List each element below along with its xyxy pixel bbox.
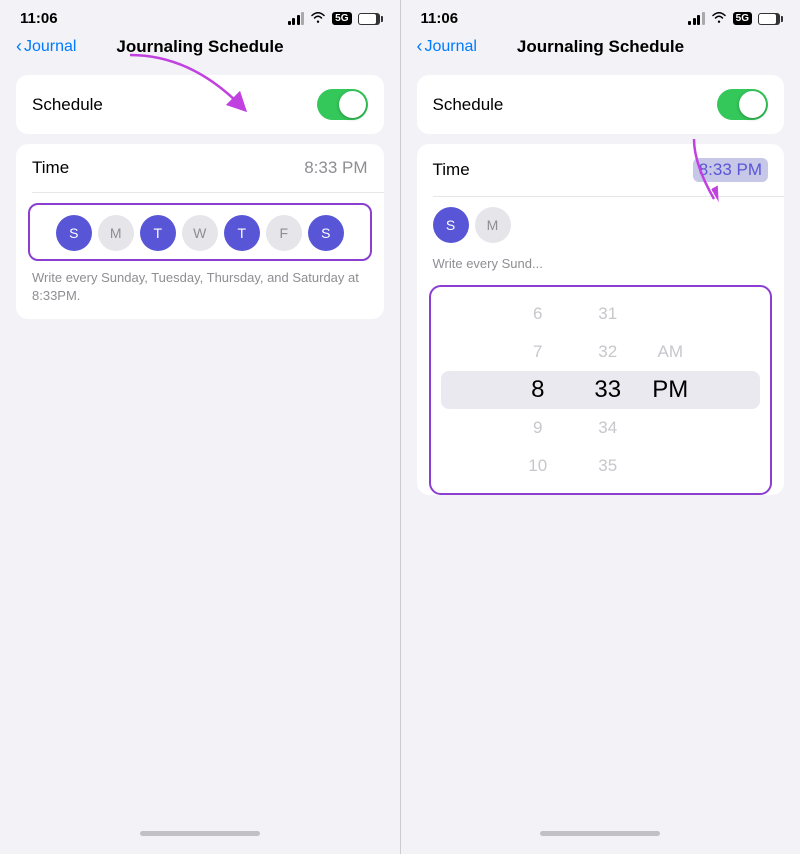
time-row-left: Time 8:33 PM [16,144,384,192]
nav-bar-right: ‹ Journal Journaling Schedule [401,32,800,65]
days-partial-right: S M [417,197,785,251]
picker-min-31[interactable]: 31 [573,295,643,333]
picker-min-34[interactable]: 34 [573,409,643,447]
picker-cols: 6 7 8 9 10 31 32 33 34 35 [431,291,771,489]
wifi-icon-right [711,11,727,26]
signal-icon-right [688,13,705,25]
toggle-knob-right [739,91,766,118]
bottom-bar-right [401,821,800,854]
picker-minutes-col[interactable]: 31 32 33 34 35 [573,295,643,485]
schedule-desc-left: Write every Sunday, Tuesday, Thursday, a… [16,269,384,319]
day-friday-left[interactable]: F [266,215,302,251]
picker-period-pm[interactable]: PM [643,371,698,409]
picker-period-am[interactable]: AM [643,333,698,371]
schedule-row-right: Schedule [417,75,785,134]
arrow-time-right [634,134,754,204]
back-label-right: Journal [425,38,477,56]
status-bar-right: 11:06 5G [401,0,800,32]
picker-hour-10[interactable]: 10 [503,447,573,485]
battery-icon-right [758,13,780,25]
schedule-toggle-left[interactable] [317,89,368,120]
status-icons-right: 5G [688,11,780,26]
day-monday-right[interactable]: M [475,207,511,243]
picker-min-33[interactable]: 33 [573,371,643,409]
schedule-toggle-right[interactable] [717,89,768,120]
time-picker-right[interactable]: 6 7 8 9 10 31 32 33 34 35 [429,285,773,495]
day-monday-left[interactable]: M [98,215,134,251]
arrow-toggle-left [110,45,270,125]
back-label-left: Journal [24,38,76,56]
time-label-right: Time [433,160,470,180]
left-panel: 11:06 5G ‹ [0,0,401,854]
picker-hours-col[interactable]: 6 7 8 9 10 [503,295,573,485]
time-left: 11:06 [20,10,58,27]
right-panel: 11:06 5G ‹ [401,0,800,854]
day-thursday-left[interactable]: T [224,215,260,251]
bottom-bar-left [0,821,400,854]
day-tuesday-left[interactable]: T [140,215,176,251]
days-section-left: S M T W T F S [28,203,372,261]
wifi-icon [310,11,326,26]
signal-icon [288,13,305,25]
schedule-card-right: Schedule [417,75,785,134]
days-row-left: S M T W T F S [38,215,362,251]
day-wednesday-left[interactable]: W [182,215,218,251]
back-button-right[interactable]: ‹ Journal [417,36,477,57]
page-title-right: Journaling Schedule [477,37,724,57]
home-indicator-left [140,831,260,836]
chevron-left-icon: ‹ [16,36,22,57]
toggle-knob-left [339,91,366,118]
picker-period-empty-bottom [643,409,698,447]
status-bar-left: 11:06 5G [0,0,400,32]
time-days-card-left: Time 8:33 PM S M T W T F S Write every S… [16,144,384,319]
schedule-label-right: Schedule [433,95,504,115]
time-value-left: 8:33 PM [304,158,367,178]
back-button-left[interactable]: ‹ Journal [16,36,76,57]
5g-icon: 5G [332,12,351,25]
day-sunday-left[interactable]: S [56,215,92,251]
home-indicator-right [540,831,660,836]
schedule-label-left: Schedule [32,95,103,115]
picker-hour-9[interactable]: 9 [503,409,573,447]
picker-min-35[interactable]: 35 [573,447,643,485]
time-label-left: Time [32,158,69,178]
picker-hour-8[interactable]: 8 [503,371,573,409]
picker-period-empty-top [643,295,698,333]
day-sunday-right[interactable]: S [433,207,469,243]
divider-left [32,192,384,193]
picker-hour-6[interactable]: 6 [503,295,573,333]
status-icons-left: 5G [288,11,380,26]
picker-hour-7[interactable]: 7 [503,333,573,371]
content-left: Schedule Time 8:33 PM S M T W T [0,65,400,821]
schedule-desc-right: Write every Sund... [417,255,785,281]
picker-min-32[interactable]: 32 [573,333,643,371]
picker-period-col[interactable]: AM PM [643,295,698,485]
day-saturday-left[interactable]: S [308,215,344,251]
time-right: 11:06 [421,10,459,27]
content-right: Schedule Time 8:33 PM [401,65,800,821]
battery-icon [358,13,380,25]
picker-period-empty-bottom2 [643,447,698,485]
chevron-left-icon-right: ‹ [417,36,423,57]
5g-icon-right: 5G [733,12,752,25]
